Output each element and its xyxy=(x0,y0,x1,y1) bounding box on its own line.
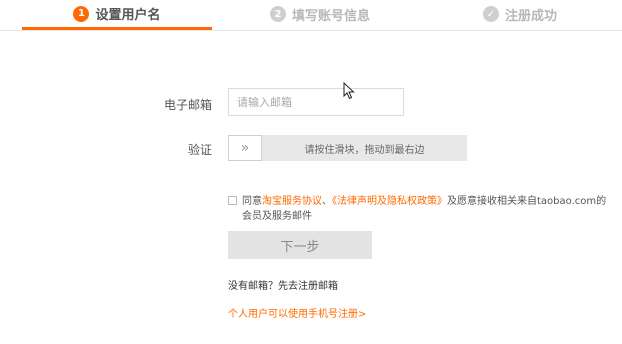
step-label: 设置用户名 xyxy=(95,8,161,23)
privacy-policy-link[interactable]: 《法律声明及隐私权政策》 xyxy=(332,196,447,207)
step-number-badge: 2 xyxy=(269,6,286,22)
mouse-pointer-icon xyxy=(343,82,355,100)
step-number-badge: 1 xyxy=(73,5,90,22)
slide-verification[interactable]: » 请按住滑块，拖动到最右边 xyxy=(228,135,467,161)
mobile-register-link[interactable]: 个人用户可以使用手机号注册> xyxy=(228,305,366,320)
agreement-separator: 、 xyxy=(322,196,332,207)
email-label: 电子邮箱 xyxy=(163,98,212,112)
double-chevron-right-icon[interactable]: » xyxy=(228,135,262,161)
agreement-text: 同意淘宝服务协议、《法律声明及隐私权政策》及愿意接收相关来自taobao.com… xyxy=(242,194,608,224)
registration-steps: 1 设置用户名 2 填写账号信息 ✓ 注册成功 xyxy=(0,0,622,31)
next-step-button[interactable]: 下一步 xyxy=(228,231,372,259)
check-circle-icon: ✓ xyxy=(482,6,499,22)
step-label: 注册成功 xyxy=(504,8,557,24)
step-label: 填写账号信息 xyxy=(291,8,370,24)
email-input[interactable] xyxy=(228,88,404,116)
verify-label: 验证 xyxy=(187,143,212,157)
service-agreement-link[interactable]: 淘宝服务协议 xyxy=(262,196,322,207)
step-set-username: 1 设置用户名 xyxy=(22,0,212,30)
step-register-success: ✓ 注册成功 xyxy=(420,0,620,28)
agreement-prefix: 同意 xyxy=(242,196,262,207)
no-email-link[interactable]: 没有邮箱？先去注册邮箱 xyxy=(228,277,338,292)
step-fill-account-info: 2 填写账号信息 xyxy=(220,0,420,28)
agreement-checkbox[interactable] xyxy=(228,196,237,205)
slider-hint-text: 请按住滑块，拖动到最右边 xyxy=(304,144,425,156)
